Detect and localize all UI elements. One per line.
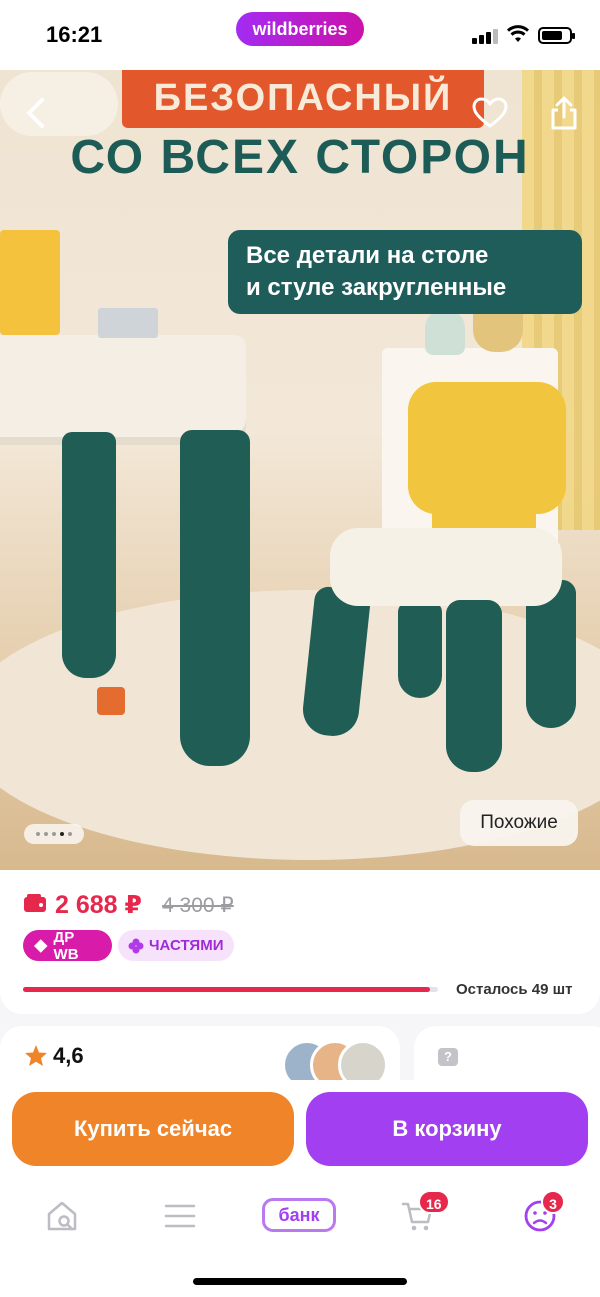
stock-label: Осталось 49 шт [456, 981, 573, 998]
chair-leg-image-part [398, 602, 442, 698]
chair-seat-image-part [330, 528, 562, 606]
badge-installments[interactable]: ЧАСТЯМИ [118, 930, 234, 961]
pagination-dot [36, 832, 40, 836]
promo-title: СО ВСЕХ СТОРОН [70, 131, 530, 184]
star-icon [25, 1045, 47, 1066]
similar-button[interactable]: Похожие [460, 800, 578, 846]
badge-birthday[interactable]: ДР WB [23, 928, 112, 963]
price-current: 2 688 ₽ [55, 891, 142, 919]
product-gallery[interactable]: БЕЗОПАСНЫЙ СО ВСЕХ СТОРОН Все детали на … [0, 70, 600, 870]
home-search-icon [47, 1201, 77, 1231]
pagination-dot [52, 832, 56, 836]
toy-block-image-part [98, 308, 158, 338]
product-page: 16:21 wildberries БЕЗОПАСНЫЙ СО ВСЕХ СТО… [0, 0, 600, 1297]
tab-bank[interactable]: банк [262, 1198, 336, 1232]
add-to-cart-button[interactable]: В корзину [306, 1092, 588, 1166]
badge-birthday-label: ДР WB [53, 928, 79, 963]
gallery-pagination [24, 824, 84, 844]
brand-logo: wildberries [236, 12, 364, 46]
badge-installments-label: ЧАСТЯМИ [149, 937, 224, 954]
status-bar: 16:21 wildberries [0, 0, 600, 70]
battery-icon [538, 27, 575, 44]
back-button[interactable] [14, 91, 58, 135]
clover-icon [128, 938, 144, 953]
stock-progress-fill [23, 987, 430, 992]
chair-back-image-part [408, 382, 566, 514]
stock-progress [23, 987, 438, 992]
price-old: 4 300 ₽ [162, 894, 234, 917]
tab-bar: банк [0, 1186, 600, 1244]
toy-cube-image-part [97, 687, 125, 715]
wallet-icon [24, 894, 46, 912]
tab-catalog[interactable] [158, 1194, 202, 1238]
menu-icon [164, 1204, 196, 1228]
rating-value: 4,6 [53, 1043, 84, 1068]
wifi-icon [507, 25, 529, 42]
pagination-dot [68, 832, 72, 836]
chair-leg-image-part [446, 600, 502, 772]
tab-home[interactable] [40, 1194, 84, 1238]
table-image-part [0, 335, 246, 445]
profile-notification-badge: 3 [541, 1190, 565, 1214]
promo-note-line: Все детали на столе [246, 242, 489, 269]
table-leg-image-part [62, 432, 116, 678]
price-card: 2 688 ₽ 4 300 ₽ ДР WB ЧАСТЯМИ Осталось 4… [0, 870, 600, 1014]
cart-count-badge: 16 [418, 1190, 450, 1214]
buy-now-button[interactable]: Купить сейчас [12, 1092, 294, 1166]
pagination-dot [44, 832, 48, 836]
share-icon [551, 96, 577, 130]
heart-icon [472, 97, 508, 128]
chevron-left-icon [27, 98, 44, 128]
promo-note-line: и стуле закругленные [246, 274, 507, 301]
promo-note: Все детали на столе и стуле закругленные [228, 230, 582, 314]
table-leg-image-part [180, 430, 250, 766]
home-indicator [193, 1278, 407, 1285]
favorite-button[interactable] [468, 91, 512, 135]
toy-castle-image-part [0, 230, 60, 335]
status-time: 16:21 [46, 22, 103, 47]
signal-icon [472, 28, 498, 44]
vase-image-part [425, 310, 465, 355]
question-icon: ? [438, 1048, 458, 1066]
share-button[interactable] [542, 91, 586, 135]
promo-top-banner: БЕЗОПАСНЫЙ [122, 70, 484, 128]
pagination-dot-active [60, 832, 64, 836]
tag-icon [33, 938, 48, 953]
